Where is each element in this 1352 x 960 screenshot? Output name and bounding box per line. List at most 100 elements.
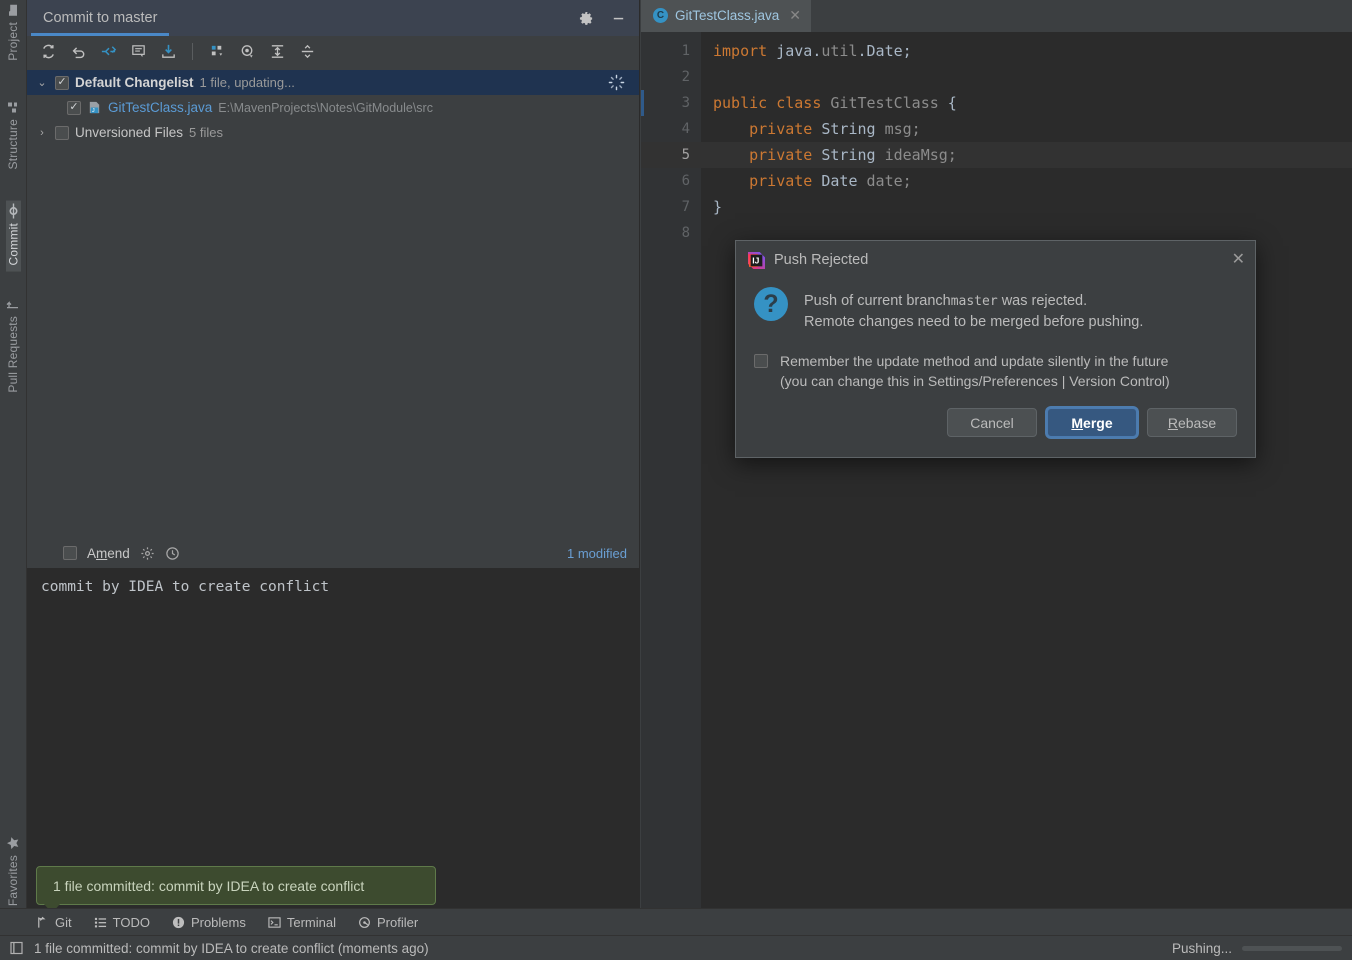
gear-icon[interactable]	[577, 9, 595, 27]
chevron-right-icon[interactable]: ›	[35, 127, 49, 139]
rebase-button[interactable]: Rebase	[1147, 408, 1237, 437]
commit-history-clock-icon[interactable]	[165, 546, 180, 561]
sidebar-item-pull-requests[interactable]: Pull Requests	[6, 294, 20, 399]
file-path: E:\MavenProjects\Notes\GitModule\src	[218, 100, 433, 115]
vcs-change-marker	[641, 90, 644, 116]
checkbox-line2: (you can change this in Settings/Prefere…	[780, 373, 1170, 389]
bottom-item-todo[interactable]: TODO	[94, 915, 150, 930]
file-name: GitTestClass.java	[108, 100, 213, 115]
tool-label: Favorites	[6, 854, 20, 906]
dialog-body: ? Push of current branchmaster was rejec…	[736, 279, 1255, 333]
commit-panel-header: Commit to master	[27, 0, 639, 36]
terminal-icon	[268, 916, 281, 929]
code-token: import	[713, 42, 768, 60]
structure-icon	[7, 101, 20, 114]
checkbox-line1: Remember the update method and update si…	[780, 353, 1169, 369]
code-line: }	[701, 194, 1352, 220]
progress-bar	[1242, 945, 1342, 951]
modified-count-label: 1 modified	[567, 545, 627, 561]
chevron-down-icon[interactable]: ⌄	[35, 76, 49, 89]
minimize-icon[interactable]	[609, 9, 627, 27]
dialog-message-line2: Remote changes need to be merged before …	[804, 314, 1144, 330]
code-line: import java.util.Date;	[701, 38, 1352, 64]
tab-active-underline	[31, 33, 170, 36]
java-file-icon: J	[87, 100, 102, 115]
code-text[interactable]: import java.util.Date; public class GitT…	[701, 32, 1352, 908]
unversioned-sub: 5 files	[189, 125, 224, 140]
close-icon[interactable]: ✕	[789, 7, 801, 24]
tool-label: Structure	[6, 118, 20, 170]
code-line: private Date date;	[701, 168, 1352, 194]
bottom-item-git[interactable]: Git	[36, 915, 72, 930]
file-checkbox[interactable]	[67, 100, 81, 115]
tool-label: Commit	[6, 223, 20, 266]
eye-icon[interactable]	[234, 40, 260, 64]
unversioned-checkbox[interactable]	[55, 125, 69, 140]
group-by-icon[interactable]	[204, 40, 230, 64]
tree-row-unversioned-files[interactable]: › Unversioned Files 5 files	[27, 120, 639, 145]
code-token: private	[749, 120, 813, 138]
close-icon[interactable]: ✕	[1232, 252, 1245, 268]
dialog-button-row: Cancel Merge Rebase	[736, 391, 1255, 437]
refresh-icon[interactable]	[35, 40, 61, 64]
bottom-item-terminal[interactable]: Terminal	[268, 915, 336, 930]
editor-tab-label: GitTestClass.java	[675, 7, 780, 23]
changes-tree: ⌄ Default Changelist 1 file, updating...	[27, 67, 639, 145]
editor-tab-gittestclass[interactable]: C GitTestClass.java ✕	[641, 0, 812, 32]
changelist-checkbox[interactable]	[55, 75, 69, 90]
tab-commit-to-master[interactable]: Commit to master	[27, 0, 173, 36]
left-tool-strip: Project Structure Commit Pull Requests F…	[0, 0, 27, 936]
tree-row-file[interactable]: J GitTestClass.java E:\MavenProjects\Not…	[27, 95, 639, 120]
bottom-item-profiler[interactable]: Profiler	[358, 915, 418, 930]
code-line: public class GitTestClass {	[701, 90, 1352, 116]
editor-tab-bar: C GitTestClass.java ✕	[641, 0, 1352, 32]
dialog-message: Push of current branchmaster was rejecte…	[804, 287, 1143, 333]
line-number: 2	[681, 69, 690, 85]
sidebar-item-favorites[interactable]: Favorites	[6, 832, 20, 912]
event-log-icon[interactable]	[10, 941, 24, 955]
commit-message-input[interactable]: commit by IDEA to create conflict	[27, 568, 639, 908]
tab-label: Commit to master	[43, 10, 158, 26]
collapse-all-icon[interactable]	[294, 40, 320, 64]
sidebar-item-structure[interactable]: Structure	[6, 97, 20, 176]
commit-tool-window: Commit to master ⌄ ✓ Default Changelist …	[27, 0, 640, 908]
line-number: 8	[681, 225, 690, 241]
branch-name: master	[950, 294, 998, 309]
code-token: .Date;	[857, 42, 912, 60]
question-icon: ?	[754, 287, 788, 321]
sidebar-item-commit[interactable]: Commit	[5, 201, 21, 272]
bottom-item-problems[interactable]: Problems	[172, 915, 246, 930]
code-view: 1 2 3 4 5 6 7 8 import java.util.Date; p…	[641, 32, 1352, 908]
notification-balloon[interactable]: 1 file committed: commit by IDEA to crea…	[36, 866, 436, 905]
svg-text:IJ: IJ	[752, 255, 759, 265]
warning-icon	[172, 916, 185, 929]
cancel-button[interactable]: Cancel	[947, 408, 1037, 437]
line-number: 5	[641, 142, 701, 168]
line-number: 1	[681, 43, 690, 59]
commit-icon	[7, 204, 20, 220]
code-token: public	[713, 94, 768, 112]
code-token: String	[812, 146, 885, 164]
remember-update-method-checkbox[interactable]	[754, 354, 768, 368]
merge-button[interactable]: Merge	[1047, 408, 1137, 437]
undo-icon[interactable]	[65, 40, 91, 64]
commit-options-gear-icon[interactable]	[140, 546, 155, 561]
amend-checkbox[interactable]	[63, 546, 77, 560]
code-token: private	[749, 146, 813, 164]
changes-tree-empty-area	[27, 145, 639, 538]
download-icon[interactable]	[155, 40, 181, 64]
bottom-item-label: Problems	[190, 914, 246, 930]
amend-bar: Amend 1 modified	[27, 538, 639, 568]
git-branch-icon	[36, 916, 49, 929]
unversioned-label: Unversioned Files	[75, 125, 184, 140]
diff-icon[interactable]	[95, 40, 121, 64]
sidebar-item-project[interactable]: Project	[6, 0, 20, 67]
tool-label: Pull Requests	[6, 315, 20, 393]
tree-row-default-changelist[interactable]: ⌄ Default Changelist 1 file, updating...	[27, 70, 639, 95]
intellij-idea-logo-icon: IJ	[748, 251, 765, 269]
expand-all-icon[interactable]	[264, 40, 290, 64]
message-icon[interactable]	[125, 40, 151, 64]
